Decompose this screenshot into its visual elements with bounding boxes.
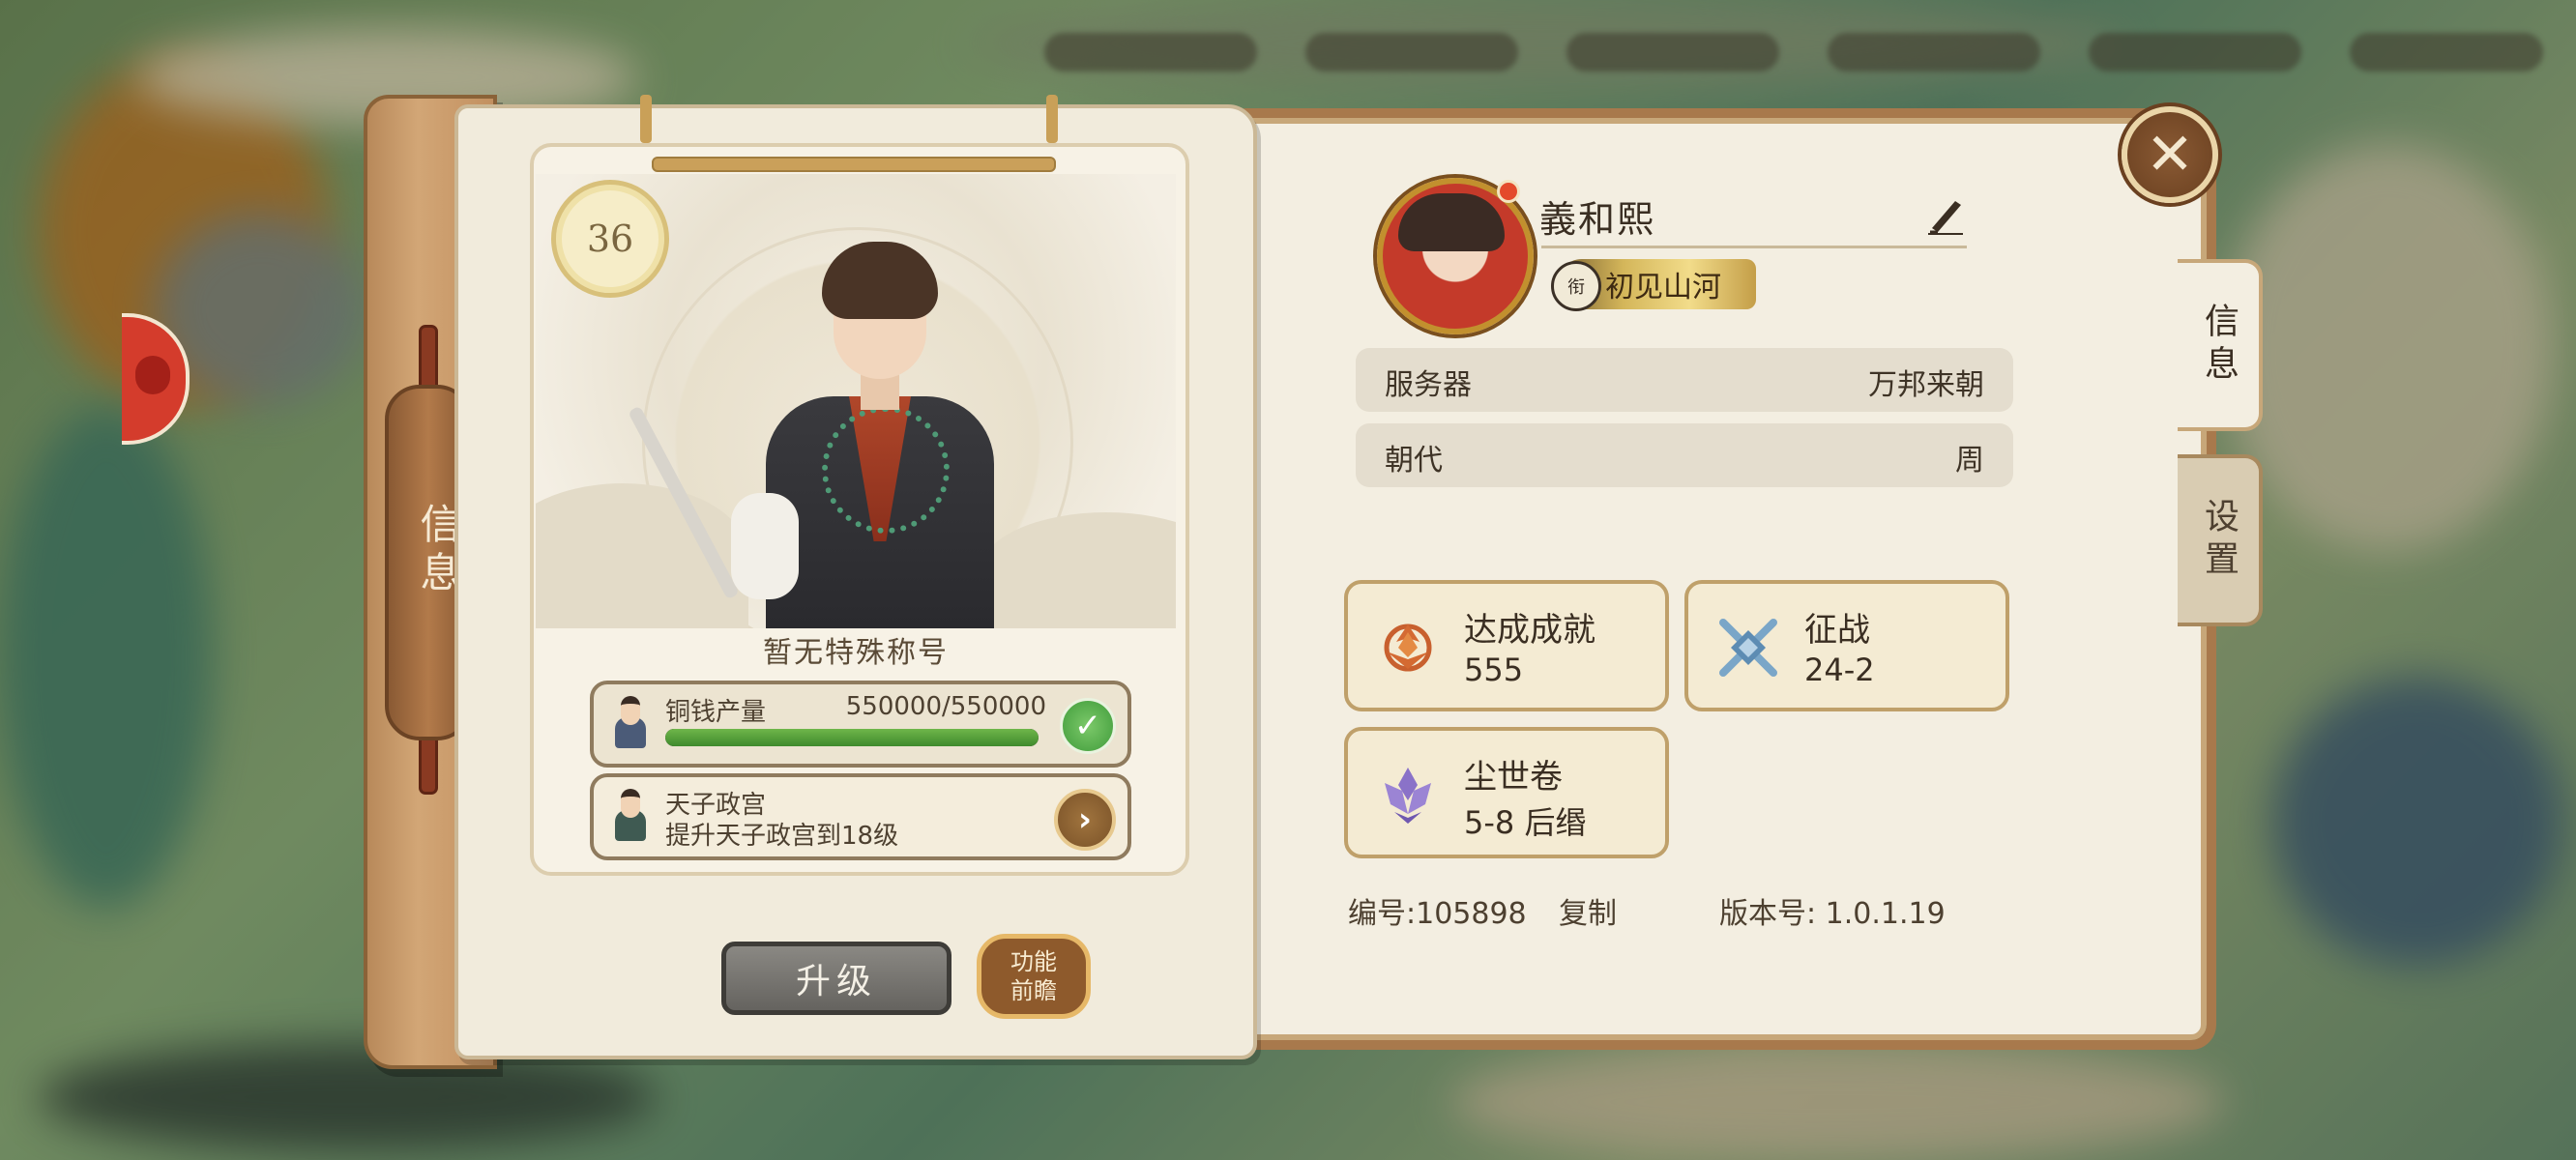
task-progress-value: 550000/550000 bbox=[845, 692, 1046, 721]
arrow-right-icon[interactable]: › bbox=[1054, 789, 1116, 851]
special-title-text: 暂无特殊称号 bbox=[763, 636, 949, 670]
phoenix-icon bbox=[1384, 624, 1432, 672]
task-copper-output[interactable]: 铜钱产量 550000/550000 ✓ bbox=[590, 681, 1131, 768]
tab-settings[interactable]: 设置 bbox=[2178, 454, 2263, 626]
feature-preview-button[interactable]: 功能 前瞻 bbox=[977, 934, 1091, 1019]
task-progress-bar bbox=[665, 729, 1039, 746]
task-subtitle: 提升天子政宫到18级 bbox=[665, 822, 899, 851]
brush-edit-icon[interactable] bbox=[1924, 193, 1967, 236]
title-seal-icon: 衔 bbox=[1551, 261, 1601, 311]
tab-info[interactable]: 信息 bbox=[2178, 259, 2263, 431]
stat-label: 达成成就 bbox=[1464, 611, 1595, 650]
stat-value: 5-8 后缗 bbox=[1464, 804, 1587, 841]
task-progress-fill bbox=[665, 729, 1039, 746]
character-portrait[interactable] bbox=[628, 242, 1044, 628]
crossed-swords-icon bbox=[1719, 619, 1777, 677]
stat-value: 24-2 bbox=[1804, 652, 1875, 688]
info-row-server: 服务器 万邦来朝 bbox=[1356, 348, 2013, 412]
task-palace-upgrade[interactable]: 天子政宫 提升天子政宫到18级 › bbox=[590, 773, 1131, 860]
mascot-icon bbox=[135, 356, 170, 394]
info-value: 万邦来朝 bbox=[1868, 368, 1984, 402]
info-value: 周 bbox=[1955, 444, 1984, 478]
info-key: 朝代 bbox=[1385, 444, 1443, 478]
stat-card-achievements[interactable]: 达成成就 555 bbox=[1344, 580, 1669, 711]
notification-dot-icon bbox=[1497, 180, 1520, 203]
upgrade-button[interactable]: 升级 bbox=[721, 942, 951, 1015]
level-badge: 36 bbox=[551, 180, 669, 298]
player-name: 義和熙 bbox=[1539, 198, 1656, 241]
close-button[interactable]: ✕ bbox=[2122, 106, 2218, 203]
stat-card-world-scroll[interactable]: 尘世卷 5-8 后缗 bbox=[1344, 727, 1669, 858]
preview-label-line2: 前瞻 bbox=[1010, 977, 1057, 1004]
hanger-strap-left bbox=[640, 95, 652, 143]
player-id: 编号:105898 bbox=[1348, 897, 1527, 931]
avatar-hair bbox=[1398, 193, 1505, 251]
copy-id-button[interactable]: 复制 bbox=[1559, 889, 1617, 932]
official-avatar-icon bbox=[613, 696, 648, 748]
task-title: 铜钱产量 bbox=[665, 698, 767, 727]
lotus-icon bbox=[1385, 768, 1431, 824]
spine-label: 信息 bbox=[414, 503, 461, 599]
info-row-dynasty: 朝代 周 bbox=[1356, 423, 2013, 487]
stat-value: 555 bbox=[1464, 652, 1524, 688]
preview-label-line1: 功能 bbox=[1010, 948, 1057, 975]
check-icon[interactable]: ✓ bbox=[1060, 698, 1116, 754]
stat-label: 征战 bbox=[1804, 611, 1870, 650]
title-badge-text: 初见山河 bbox=[1605, 271, 1721, 304]
version-label: 版本号: 1.0.1.19 bbox=[1719, 897, 1946, 931]
name-underline bbox=[1541, 246, 1967, 248]
stat-label: 尘世卷 bbox=[1464, 758, 1563, 797]
hanger-strap-right bbox=[1046, 95, 1058, 143]
official-avatar-icon bbox=[613, 789, 648, 841]
info-key: 服务器 bbox=[1385, 368, 1472, 402]
stat-card-campaign[interactable]: 征战 24-2 bbox=[1684, 580, 2009, 711]
portrait-hanger-bar bbox=[652, 157, 1056, 172]
